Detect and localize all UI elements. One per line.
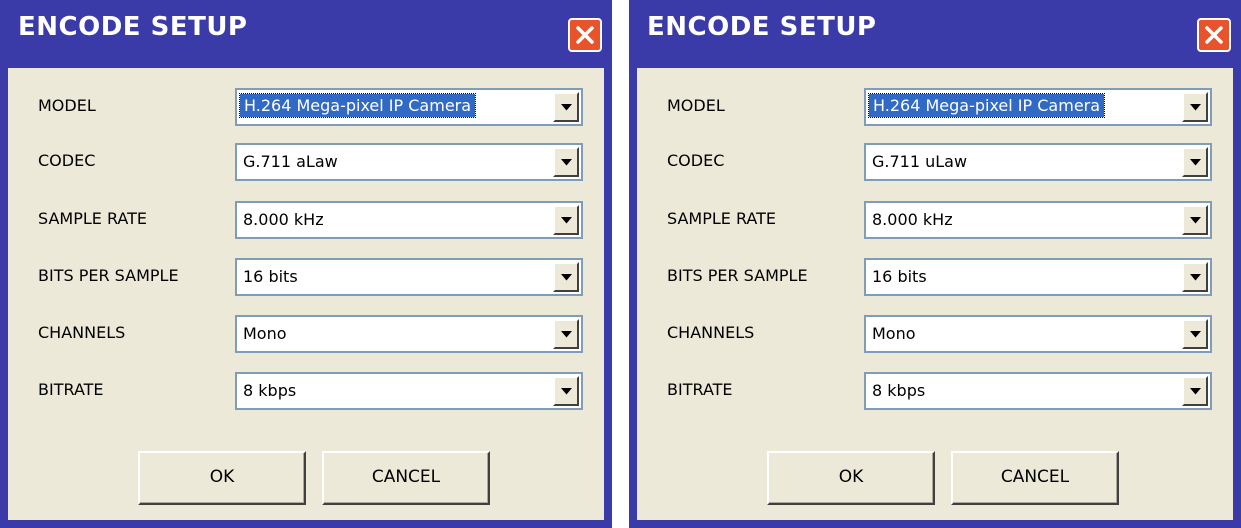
model-select[interactable]: H.264 Mega-pixel IP Camera — [864, 88, 1212, 126]
model-label: MODEL — [38, 96, 96, 115]
sample-rate-label: SAMPLE RATE — [667, 209, 777, 228]
chevron-down-icon — [561, 104, 572, 111]
codec-value: G.711 uLaw — [872, 152, 968, 171]
bits-per-sample-select[interactable]: 16 bits — [864, 258, 1212, 296]
model-dropdown-button[interactable] — [1182, 92, 1208, 122]
codec-label: CODEC — [667, 151, 725, 170]
model-dropdown-button[interactable] — [553, 92, 579, 122]
sample-rate-value: 8.000 kHz — [243, 210, 324, 229]
codec-label: CODEC — [38, 151, 96, 170]
chevron-down-icon — [561, 274, 572, 281]
codec-dropdown-button[interactable] — [553, 147, 579, 177]
encode-setup-dialog-2: ENCODE SETUP MODEL H.264 Mega-pixel IP C… — [629, 0, 1241, 528]
codec-select[interactable]: G.711 aLaw — [235, 143, 583, 181]
bitrate-label: BITRATE — [38, 380, 104, 399]
cancel-button[interactable]: CANCEL — [322, 451, 490, 505]
channels-select[interactable]: Mono — [864, 315, 1212, 353]
bitrate-row: BITRATE 8 kbps — [8, 372, 604, 412]
title-bar: ENCODE SETUP — [4, 4, 608, 72]
bits-per-sample-label: BITS PER SAMPLE — [38, 266, 179, 285]
chevron-down-icon — [561, 388, 572, 395]
close-icon — [576, 26, 594, 44]
channels-select[interactable]: Mono — [235, 315, 583, 353]
sample-rate-value: 8.000 kHz — [872, 210, 953, 229]
bitrate-dropdown-button[interactable] — [553, 376, 579, 406]
bitrate-row: BITRATE 8 kbps — [637, 372, 1233, 412]
channels-dropdown-button[interactable] — [553, 319, 579, 349]
bitrate-label: BITRATE — [667, 380, 733, 399]
title-bar: ENCODE SETUP — [633, 4, 1237, 72]
dialog-title: ENCODE SETUP — [647, 12, 877, 42]
close-button[interactable] — [1197, 18, 1231, 52]
model-select[interactable]: H.264 Mega-pixel IP Camera — [235, 88, 583, 126]
chevron-down-icon — [1190, 274, 1201, 281]
sample-rate-select[interactable]: 8.000 kHz — [235, 201, 583, 239]
bits-per-sample-label: BITS PER SAMPLE — [667, 266, 808, 285]
sample-rate-select[interactable]: 8.000 kHz — [864, 201, 1212, 239]
sample-rate-row: SAMPLE RATE 8.000 kHz — [8, 201, 604, 241]
chevron-down-icon — [1190, 217, 1201, 224]
encode-setup-dialog-1: ENCODE SETUP MODEL H.264 Mega-pixel IP C… — [0, 0, 612, 528]
bitrate-value: 8 kbps — [243, 381, 297, 400]
channels-value: Mono — [872, 324, 916, 343]
codec-row: CODEC G.711 aLaw — [8, 143, 604, 183]
chevron-down-icon — [1190, 388, 1201, 395]
model-value: H.264 Mega-pixel IP Camera — [238, 93, 477, 118]
codec-row: CODEC G.711 uLaw — [637, 143, 1233, 183]
close-icon — [1205, 26, 1223, 44]
bitrate-dropdown-button[interactable] — [1182, 376, 1208, 406]
codec-select[interactable]: G.711 uLaw — [864, 143, 1212, 181]
sample-rate-dropdown-button[interactable] — [553, 205, 579, 235]
dialog-body: MODEL H.264 Mega-pixel IP Camera CODEC G… — [637, 68, 1233, 520]
chevron-down-icon — [561, 159, 572, 166]
chevron-down-icon — [561, 217, 572, 224]
model-row: MODEL H.264 Mega-pixel IP Camera — [8, 88, 604, 128]
codec-dropdown-button[interactable] — [1182, 147, 1208, 177]
bits-per-sample-row: BITS PER SAMPLE 16 bits — [8, 258, 604, 298]
model-row: MODEL H.264 Mega-pixel IP Camera — [637, 88, 1233, 128]
codec-value: G.711 aLaw — [243, 152, 338, 171]
channels-row: CHANNELS Mono — [8, 315, 604, 355]
chevron-down-icon — [1190, 104, 1201, 111]
chevron-down-icon — [1190, 331, 1201, 338]
model-value: H.264 Mega-pixel IP Camera — [867, 93, 1106, 118]
sample-rate-dropdown-button[interactable] — [1182, 205, 1208, 235]
chevron-down-icon — [1190, 159, 1201, 166]
channels-label: CHANNELS — [667, 323, 755, 342]
bits-per-sample-value: 16 bits — [872, 267, 927, 286]
bitrate-value: 8 kbps — [872, 381, 926, 400]
bits-per-sample-dropdown-button[interactable] — [553, 262, 579, 292]
dialog-body: MODEL H.264 Mega-pixel IP Camera CODEC G… — [8, 68, 604, 520]
chevron-down-icon — [561, 331, 572, 338]
model-label: MODEL — [667, 96, 725, 115]
close-button[interactable] — [568, 18, 602, 52]
ok-button[interactable]: OK — [138, 451, 306, 505]
bitrate-select[interactable]: 8 kbps — [235, 372, 583, 410]
channels-label: CHANNELS — [38, 323, 126, 342]
bits-per-sample-dropdown-button[interactable] — [1182, 262, 1208, 292]
cancel-button[interactable]: CANCEL — [951, 451, 1119, 505]
bits-per-sample-value: 16 bits — [243, 267, 298, 286]
channels-value: Mono — [243, 324, 287, 343]
channels-dropdown-button[interactable] — [1182, 319, 1208, 349]
bits-per-sample-select[interactable]: 16 bits — [235, 258, 583, 296]
sample-rate-row: SAMPLE RATE 8.000 kHz — [637, 201, 1233, 241]
channels-row: CHANNELS Mono — [637, 315, 1233, 355]
sample-rate-label: SAMPLE RATE — [38, 209, 148, 228]
ok-button[interactable]: OK — [767, 451, 935, 505]
dialog-title: ENCODE SETUP — [18, 12, 248, 42]
bits-per-sample-row: BITS PER SAMPLE 16 bits — [637, 258, 1233, 298]
bitrate-select[interactable]: 8 kbps — [864, 372, 1212, 410]
